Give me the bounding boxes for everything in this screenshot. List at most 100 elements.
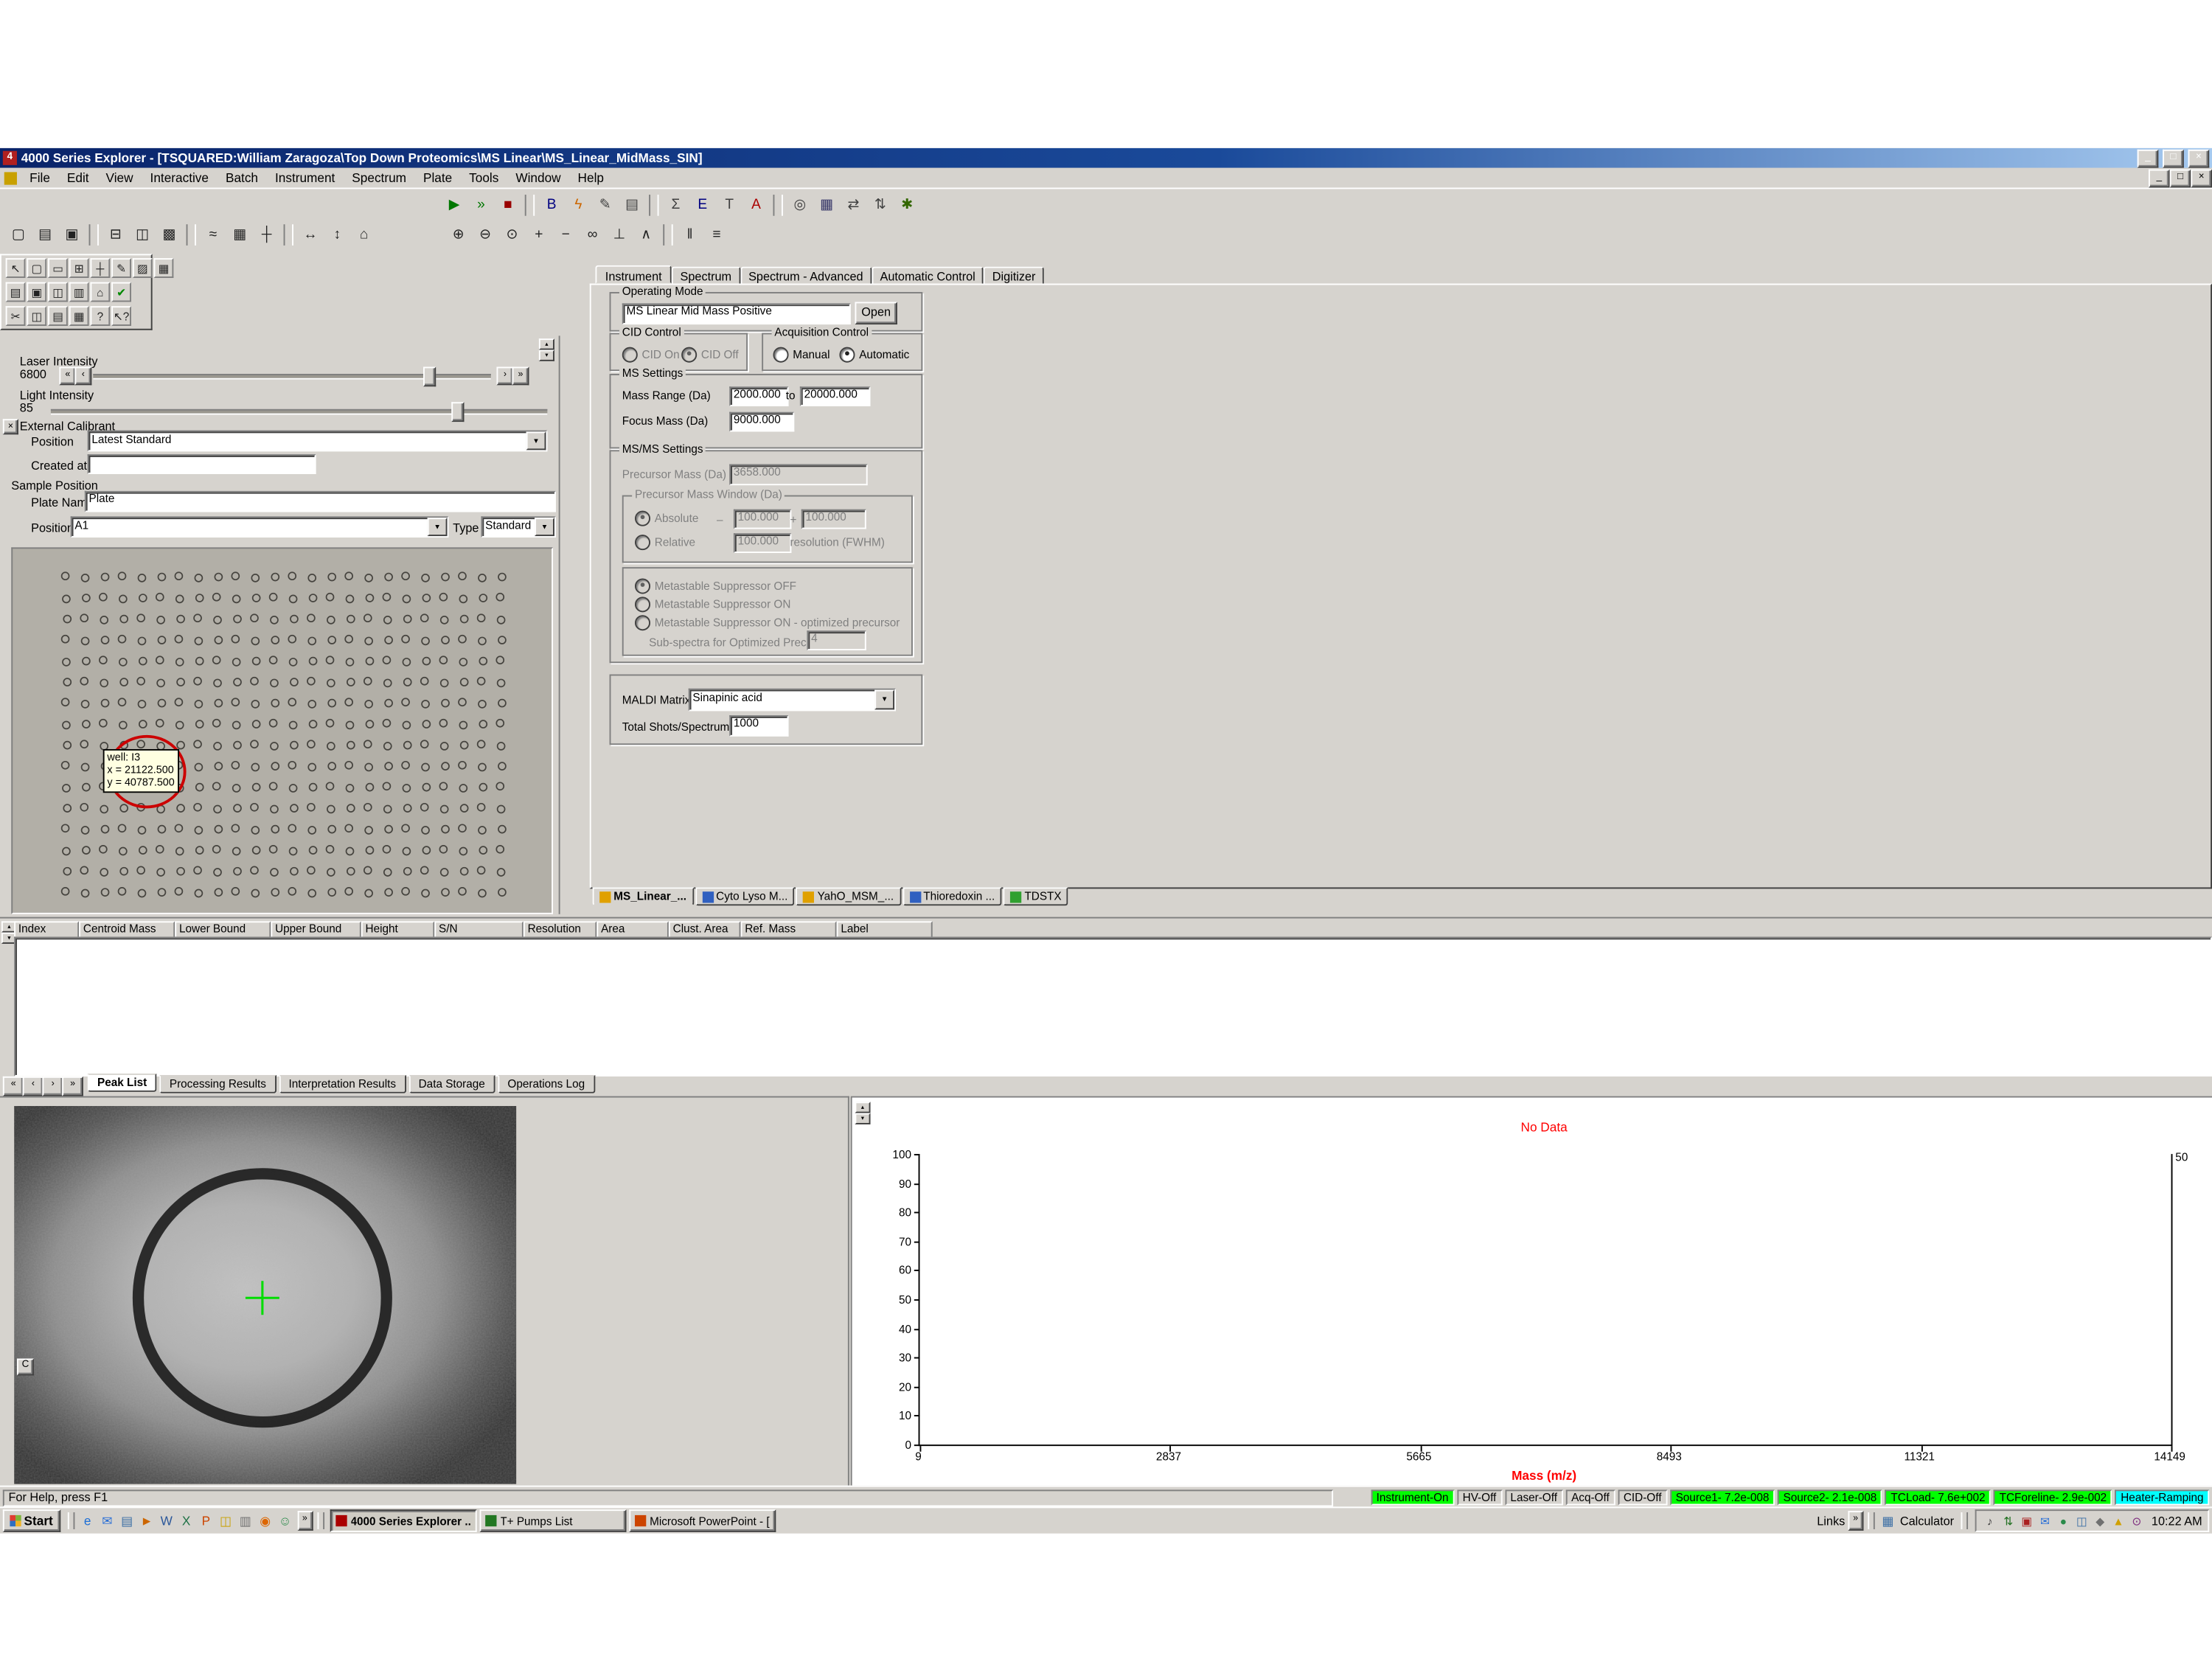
plate-well[interactable] [271, 888, 279, 896]
plot-area[interactable] [919, 1154, 2173, 1446]
plate-well[interactable] [366, 594, 374, 602]
plate-well[interactable] [439, 656, 447, 664]
laser-icon[interactable]: ϟ [566, 193, 591, 216]
radio-relative[interactable]: Relative [635, 535, 695, 549]
plate-well[interactable] [459, 888, 466, 895]
save-plate-icon[interactable]: ▣ [27, 282, 46, 302]
plate-well[interactable] [215, 826, 222, 833]
plate-well[interactable] [384, 679, 392, 686]
plate-well[interactable] [422, 784, 430, 791]
plate-well[interactable] [347, 848, 354, 855]
plate-well[interactable] [365, 890, 372, 897]
plate-well[interactable] [308, 890, 316, 897]
scheduler-icon[interactable]: ⊙ [2129, 1512, 2144, 1529]
plate-well[interactable] [479, 594, 487, 602]
plate-well[interactable] [213, 782, 220, 790]
plate-well[interactable] [253, 846, 260, 854]
plate-well[interactable] [479, 763, 486, 771]
plate-well[interactable] [459, 636, 466, 643]
plate-well[interactable] [102, 636, 109, 644]
sum-icon[interactable]: Σ [663, 193, 688, 216]
focus-mass-field[interactable]: 9000.000 [729, 412, 794, 432]
plate-well[interactable] [158, 888, 165, 896]
plate-well[interactable] [62, 698, 69, 706]
plate-well[interactable] [176, 721, 184, 728]
plate-well[interactable] [102, 826, 109, 833]
show-desktop-icon[interactable]: ▤ [118, 1512, 136, 1530]
plate-well[interactable] [498, 679, 505, 686]
plate-well[interactable] [120, 616, 128, 623]
link-axes-icon[interactable]: ∞ [580, 223, 605, 246]
chevron-down-icon[interactable]: ▼ [874, 690, 894, 710]
print-icon[interactable]: ▦ [69, 306, 89, 326]
plate-well[interactable] [439, 782, 447, 790]
plate-well[interactable] [232, 888, 239, 895]
plate-well[interactable] [214, 679, 221, 686]
plate-well[interactable] [139, 890, 146, 897]
plate-well[interactable] [234, 804, 241, 812]
plate-well[interactable] [439, 720, 447, 727]
plate-well[interactable] [364, 678, 372, 685]
plate-well[interactable] [288, 636, 296, 643]
plate-well[interactable] [345, 762, 352, 769]
expand-x-icon[interactable]: ↔ [298, 223, 323, 246]
tab-scroll-first-icon[interactable]: « [3, 1077, 24, 1096]
method-doc-icon[interactable]: ▤ [619, 193, 644, 216]
plate-well[interactable] [459, 824, 466, 832]
plate-well[interactable] [62, 824, 69, 832]
usb-icon[interactable]: ◆ [2093, 1512, 2108, 1529]
plate-well[interactable] [156, 594, 164, 601]
plate-well[interactable] [366, 784, 374, 791]
plate-well[interactable] [365, 827, 372, 834]
plate-well[interactable] [175, 698, 182, 706]
plate-well[interactable] [290, 658, 297, 666]
plate-well[interactable] [441, 869, 448, 876]
radio-automatic[interactable]: Automatic [839, 347, 909, 361]
split-view-icon[interactable]: ‖ [677, 223, 702, 246]
maldi-matrix-select[interactable]: Sinapinic acid ▼ [689, 689, 896, 712]
plate-well[interactable] [288, 888, 296, 895]
tab-operations-log[interactable]: Operations Log [498, 1075, 594, 1093]
plate-well[interactable] [404, 868, 411, 875]
plate-well[interactable] [441, 616, 448, 624]
plate-well[interactable] [442, 700, 449, 707]
plate-well[interactable] [308, 700, 316, 708]
document-tab-cyto-lyso-m[interactable]: Cyto Lyso M... [695, 887, 795, 905]
plate-well[interactable] [119, 721, 127, 728]
plate-well[interactable] [459, 785, 467, 792]
plate-well[interactable] [421, 614, 428, 622]
plate-well[interactable] [366, 846, 374, 854]
plate-well[interactable] [196, 784, 204, 791]
plate-well[interactable] [233, 595, 240, 602]
context-help-icon[interactable]: ↖? [111, 306, 131, 326]
crosshair-icon[interactable]: ┼ [254, 223, 279, 246]
plate-well[interactable] [384, 869, 392, 876]
plate-well[interactable] [422, 574, 429, 582]
internet-explorer-icon[interactable]: e [78, 1512, 97, 1530]
external-calibrant-toggle-icon[interactable]: × [3, 419, 18, 434]
plate-well[interactable] [80, 740, 88, 748]
plate-well[interactable] [496, 846, 504, 853]
laser-slider-thumb[interactable] [423, 366, 436, 386]
plate-well[interactable] [100, 656, 107, 664]
plate-well[interactable] [100, 720, 107, 727]
menu-spectrum[interactable]: Spectrum [344, 171, 415, 185]
plate-well[interactable] [157, 679, 164, 686]
links-toolbar-label[interactable]: Links [1817, 1514, 1845, 1528]
plate-well[interactable] [364, 614, 372, 622]
radio-absolute[interactable]: Absolute [635, 511, 698, 525]
tab-scroll-last-icon[interactable]: » [62, 1077, 83, 1096]
network-icon[interactable]: ⇅ [2000, 1512, 2016, 1529]
plate-well[interactable] [251, 740, 258, 748]
taskbar-task-t-pumps-list[interactable]: T+ Pumps List [479, 1509, 626, 1532]
grid-view-icon[interactable]: ▦ [814, 193, 839, 216]
plate-well[interactable] [80, 866, 88, 874]
links-overflow-icon[interactable]: » [1848, 1511, 1863, 1531]
plate-well[interactable] [251, 614, 258, 622]
plate-well[interactable] [496, 594, 504, 601]
plate-well[interactable] [232, 572, 239, 580]
plate-well[interactable] [177, 804, 184, 812]
plate-well[interactable] [345, 888, 352, 895]
plate-well[interactable] [196, 846, 204, 854]
plate-well[interactable] [459, 848, 467, 855]
